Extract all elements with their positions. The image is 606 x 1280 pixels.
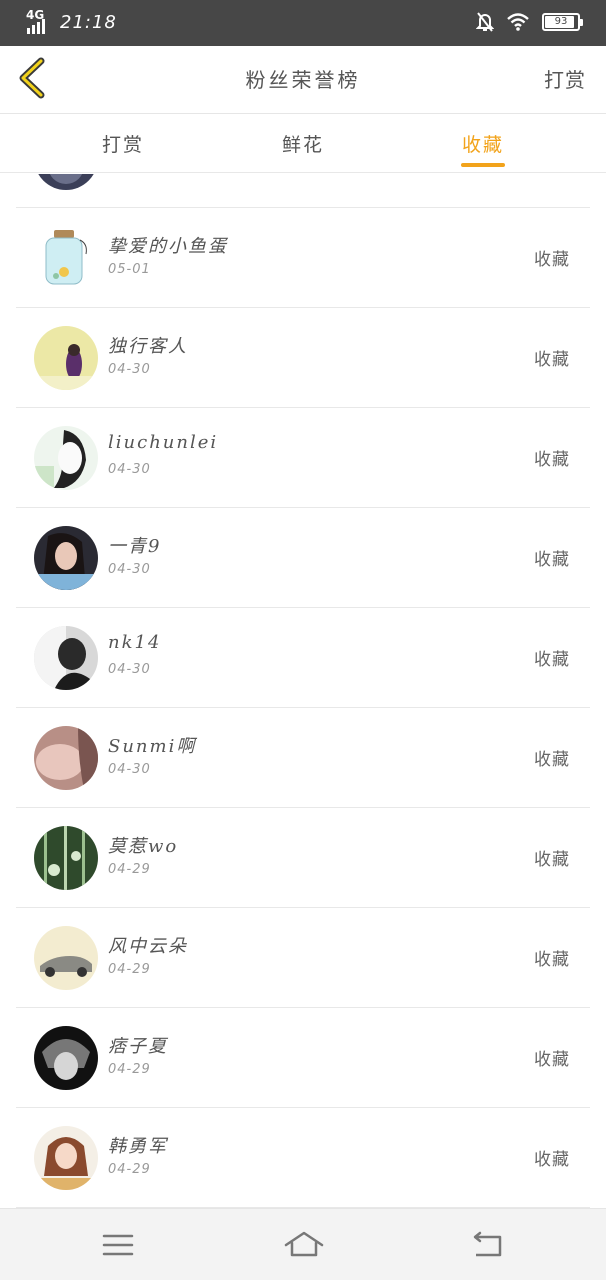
item-type: 收藏 bbox=[534, 550, 570, 570]
item-type: 收藏 bbox=[534, 950, 570, 970]
avatar bbox=[34, 1026, 98, 1090]
tab-favorites[interactable]: 收藏 bbox=[462, 130, 504, 157]
user-name: 痞子夏 bbox=[108, 1036, 168, 1057]
item-date: 04-30 bbox=[108, 762, 151, 777]
list-item[interactable]: 挚爱的小鱼蛋 05-01 收藏 bbox=[16, 208, 590, 308]
avatar bbox=[34, 926, 98, 990]
item-date: 04-29 bbox=[108, 962, 151, 977]
item-type: 收藏 bbox=[534, 450, 570, 470]
item-type: 收藏 bbox=[534, 250, 570, 270]
menu-icon[interactable] bbox=[96, 1227, 140, 1263]
item-date: 05-01 bbox=[108, 262, 151, 277]
status-bar: 4G 21:18 93 bbox=[0, 0, 606, 46]
item-date: 04-30 bbox=[108, 362, 151, 377]
tab-bar: 打赏 鲜花 收藏 bbox=[0, 115, 606, 173]
avatar bbox=[34, 226, 98, 290]
header: 粉丝荣誉榜 打赏 bbox=[0, 46, 606, 114]
avatar bbox=[34, 626, 98, 690]
item-date: 04-29 bbox=[108, 1062, 151, 1077]
list-item[interactable]: 独行客人 04-30 收藏 bbox=[16, 308, 590, 408]
list-item[interactable]: 莫惹wo 04-29 收藏 bbox=[16, 808, 590, 908]
item-date: 04-30 bbox=[108, 462, 151, 477]
list-item[interactable]: 一青9 04-30 收藏 bbox=[16, 508, 590, 608]
user-name: 风中云朵 bbox=[108, 936, 188, 957]
list-item[interactable]: 风中云朵 04-29 收藏 bbox=[16, 908, 590, 1008]
battery-icon: 93 bbox=[542, 13, 583, 31]
back-icon[interactable] bbox=[466, 1227, 510, 1263]
user-name: 莫惹wo bbox=[108, 836, 179, 857]
page-title: 粉丝荣誉榜 bbox=[245, 68, 361, 92]
item-type: 收藏 bbox=[534, 750, 570, 770]
bell-off-icon bbox=[476, 12, 494, 32]
wifi-icon bbox=[507, 13, 529, 31]
status-time: 21:18 bbox=[60, 11, 117, 33]
item-type: 收藏 bbox=[534, 1050, 570, 1070]
system-nav-bar bbox=[0, 1208, 606, 1280]
tab-flowers[interactable]: 鲜花 bbox=[282, 130, 324, 157]
signal-icon: 4G bbox=[26, 8, 52, 34]
item-date: 04-29 bbox=[108, 1162, 151, 1177]
avatar bbox=[34, 826, 98, 890]
list-item[interactable]: liuchunlei 04-30 收藏 bbox=[16, 408, 590, 508]
user-name: 一青9 bbox=[108, 536, 162, 557]
user-name: Sunmi啊 bbox=[108, 736, 197, 757]
item-type: 收藏 bbox=[534, 650, 570, 670]
avatar bbox=[34, 174, 98, 190]
item-date: 04-29 bbox=[108, 862, 151, 877]
active-tab-indicator bbox=[461, 163, 505, 167]
item-date: 04-30 bbox=[108, 562, 151, 577]
list-item[interactable]: nk14 04-30 收藏 bbox=[16, 608, 590, 708]
fan-list: 挚爱的小鱼蛋 05-01 收藏 独行客人 04-30 收藏 liuchunlei… bbox=[0, 174, 606, 1208]
user-name: liuchunlei bbox=[108, 432, 219, 453]
list-item[interactable] bbox=[16, 174, 590, 208]
avatar bbox=[34, 326, 98, 390]
home-icon[interactable] bbox=[282, 1227, 326, 1263]
item-type: 收藏 bbox=[534, 850, 570, 870]
user-name: nk14 bbox=[108, 632, 162, 653]
user-name: 独行客人 bbox=[108, 336, 188, 357]
avatar bbox=[34, 426, 98, 490]
item-date: 04-30 bbox=[108, 662, 151, 677]
avatar bbox=[34, 726, 98, 790]
reward-button[interactable]: 打赏 bbox=[544, 64, 586, 93]
item-type: 收藏 bbox=[534, 1150, 570, 1170]
list-item[interactable]: Sunmi啊 04-30 收藏 bbox=[16, 708, 590, 808]
tab-reward[interactable]: 打赏 bbox=[102, 130, 144, 157]
avatar bbox=[34, 526, 98, 590]
avatar bbox=[34, 1126, 98, 1190]
item-type: 收藏 bbox=[534, 350, 570, 370]
user-name: 挚爱的小鱼蛋 bbox=[108, 236, 228, 257]
list-item[interactable]: 痞子夏 04-29 收藏 bbox=[16, 1008, 590, 1108]
list-item[interactable]: 韩勇军 04-29 收藏 bbox=[16, 1108, 590, 1208]
user-name: 韩勇军 bbox=[108, 1136, 168, 1157]
